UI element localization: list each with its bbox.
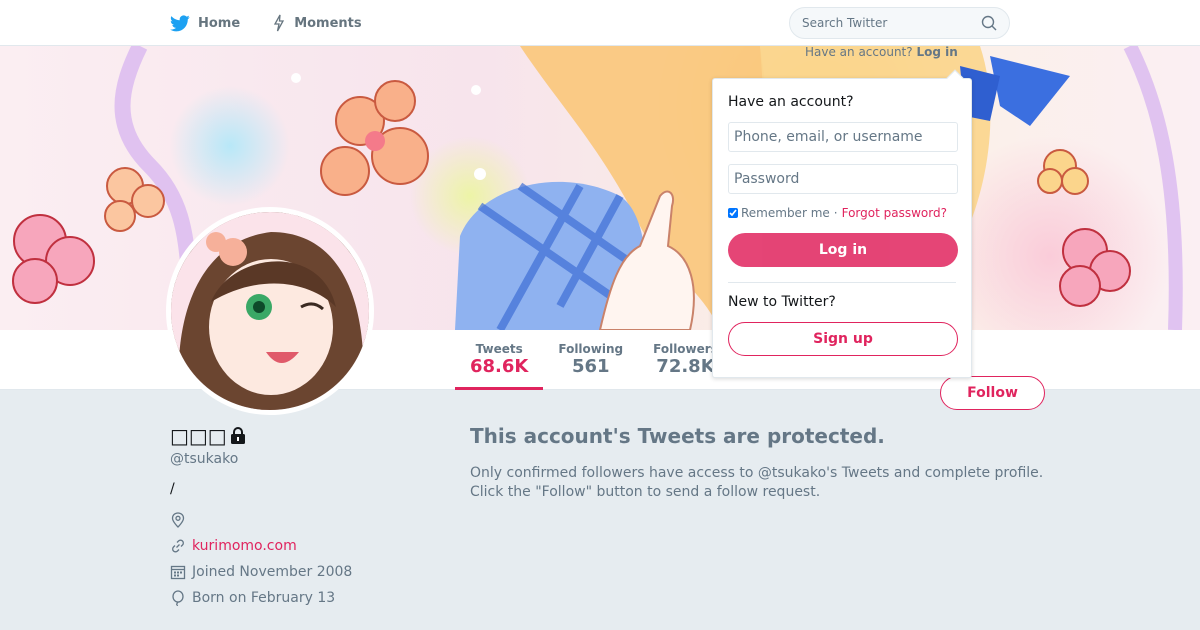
stat-following-label: Following [558,342,624,356]
protected-description: Only confirmed followers have access to … [470,464,1070,502]
balloon-icon [172,590,184,606]
signup-button[interactable]: Sign up [728,322,958,356]
protected-line-1: Only confirmed followers have access to … [470,465,1044,481]
login-heading: Have an account? [728,94,854,110]
top-navigation-bar: Home Moments [0,0,1200,46]
stat-tweets[interactable]: Tweets 68.6K [455,330,544,390]
search-input[interactable] [802,16,981,30]
stat-tweets-label: Tweets [475,342,523,356]
profile-name-row: □□□ [170,424,430,448]
new-to-twitter-label: New to Twitter? [728,294,836,310]
nav-home-label: Home [198,15,241,31]
global-nav: Home Moments [170,0,394,46]
stat-followers-value: 72.8K [656,356,715,377]
profile-website: kurimomo.com [170,533,430,559]
profile-sidebar: □□□ @tsukako / kurimomo.com Joined Novem… [170,424,430,611]
nav-home[interactable]: Home [170,0,240,46]
joined-date: Joined November 2008 [192,564,353,580]
profile-bio: / [170,481,175,497]
stat-followers-label: Followers [653,342,718,356]
profile-stats: Tweets 68.6K Following 561 Followers 72.… [455,330,733,390]
profile-location [170,507,430,533]
stat-tweets-value: 68.6K [470,356,529,377]
login-dropdown: Have an account? Remember me · Forgot pa… [712,69,972,378]
protected-notice: This account's Tweets are protected. Onl… [470,424,1070,502]
nav-moments-label: Moments [294,15,362,31]
website-link[interactable]: kurimomo.com [192,538,297,554]
link-icon [172,539,184,553]
location-icon [171,512,185,528]
remember-checkbox[interactable] [728,208,738,218]
stat-following-value: 561 [571,356,610,377]
birthday: Born on February 13 [192,590,336,606]
calendar-icon [170,565,186,580]
lightning-icon [274,14,285,32]
signin-hint: Have an account? Log in [805,45,958,59]
remember-row: Remember me · Forgot password? [728,206,956,220]
search-box [789,7,1010,39]
forgot-password-link[interactable]: Forgot password? [842,206,947,220]
stat-following[interactable]: Following 561 [543,330,638,390]
remember-label[interactable]: Remember me [741,206,830,220]
profile-joined: Joined November 2008 [170,559,430,585]
search-icon[interactable] [981,15,997,31]
signin-hint-text: Have an account? [805,45,913,59]
profile-birthday: Born on February 13 [170,585,430,611]
username-field[interactable] [728,122,958,152]
login-button[interactable]: Log in [728,233,958,267]
login-divider [728,282,956,283]
remember-separator: · [833,206,838,220]
profile-handle[interactable]: @tsukako [170,451,430,467]
profile-avatar[interactable] [166,207,374,415]
profile-name: □□□ [170,424,227,448]
avatar-illustration [171,212,369,410]
follow-button[interactable]: Follow [940,376,1045,410]
protected-line-2: Click the "Follow" button to send a foll… [470,484,821,500]
password-field[interactable] [728,164,958,194]
protected-heading: This account's Tweets are protected. [470,424,885,448]
lock-icon [230,427,245,444]
signin-hint-login-link[interactable]: Log in [916,45,957,59]
nav-moments[interactable]: Moments [272,0,362,46]
twitter-bird-icon [170,14,190,31]
